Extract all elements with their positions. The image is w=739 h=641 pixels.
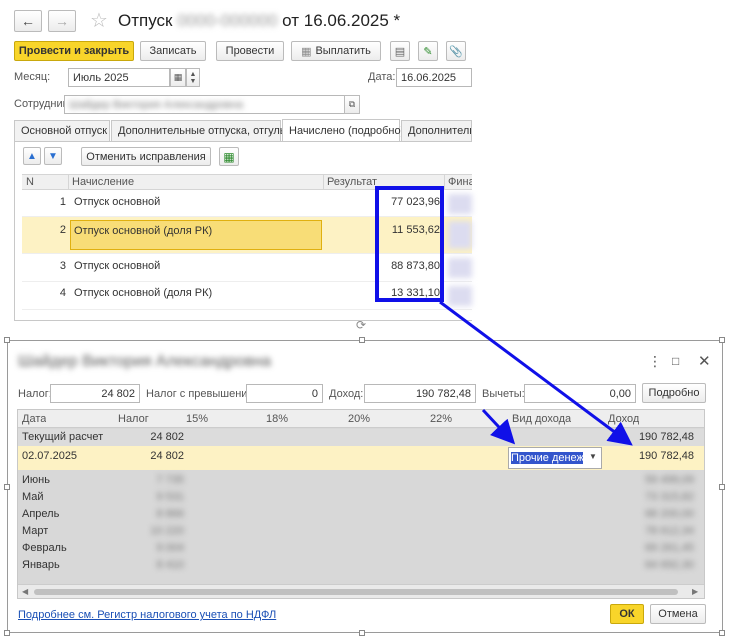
annotation-arrows (439, 300, 633, 446)
arrow-to-income-type (481, 408, 516, 445)
arrow-to-income (439, 300, 633, 446)
